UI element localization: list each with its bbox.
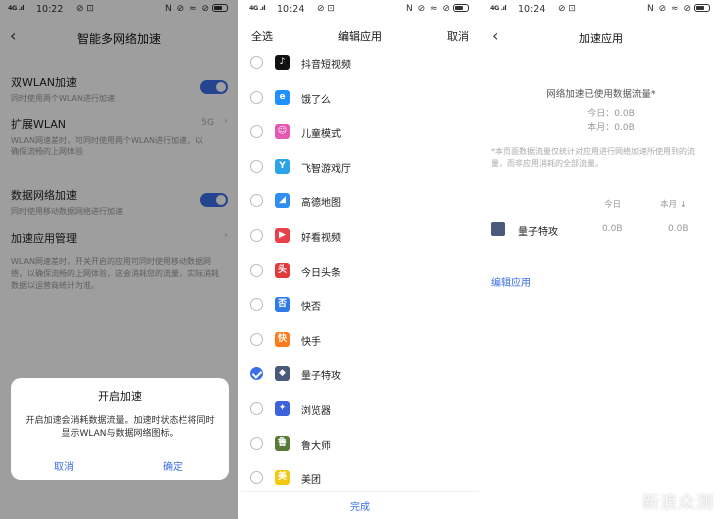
app-month-usage: 0.0B [668,224,689,234]
app-name: 飞智游戏厅 [301,163,351,175]
app-icon: ▶ [275,228,290,243]
list-item[interactable]: 快快手 [241,325,479,355]
page-title: 编辑应用 [338,30,382,43]
app-name: 快手 [301,336,321,348]
app-name: 量子特攻 [518,227,558,238]
app-name: 鲁大师 [301,440,331,452]
app-icon: e [275,89,290,105]
app-name: 抖音短视频 [301,60,351,71]
network-accel-settings-screen: 4G .ıl 10:22 ⊘ ⊡ N ⊘ ≈ ⊘ ‹ 智能多网络加速 双WLAN… [0,0,238,519]
col-today-header: 今日 [604,200,622,210]
dialog-title: 开启加速 [98,390,142,403]
edit-apps-screen: 4G .ıl 10:24 ⊘ ⊡ N ⊘ ≈ ⊘ 全选 编辑应用 取消 ♪ 抖音短… [241,0,479,519]
system-icons: N ⊘ ≈ ⊘ [647,4,710,14]
app-icon: ◆ [275,366,290,382]
app-name: 今日头条 [301,267,341,279]
status-time: 10:24 [518,4,546,15]
app-checkbox[interactable] [250,90,263,104]
watermark: 新浪众测 [642,493,714,513]
app-checkbox[interactable] [250,402,263,415]
app-name: 好看视频 [301,233,341,244]
signal-icon: 4G .ıl [490,4,507,12]
cancel-button[interactable]: 取消 [54,458,74,473]
app-icon: 美 [275,470,290,486]
app-icon: 快 [275,331,290,347]
notification-icons: ⊘ ⊡ [317,4,335,14]
app-checkbox[interactable] [250,332,263,346]
enable-accel-dialog: 开启加速 开启加速会消耗数据流量。加速时状态栏将同时显示WLAN与数据网络图标。… [11,378,229,480]
col-month-header[interactable]: 本月 ↓ [660,198,687,210]
app-icon: ☺ [275,124,290,140]
app-icon: 头 [275,262,290,278]
app-name: 美团 [301,475,321,487]
app-checkbox[interactable] [250,471,263,485]
edit-apps-header: 全选 编辑应用 取消 [241,28,479,46]
bottom-bar: 完成 [241,491,479,519]
signal-icon: 4G .ıl [249,4,266,12]
month-usage: 本月：0.0B [587,123,635,133]
app-icon: 否 [275,297,290,313]
app-icon: Y [275,158,290,174]
accel-apps-screen: 4G .ıl 10:24 ⊘ ⊡ N ⊘ ≈ ⊘ ‹ 加速应用 网络加速已使用数… [482,0,720,519]
app-checkbox[interactable] [250,56,263,69]
battery-icon [694,4,710,12]
app-name: 快否 [301,302,321,314]
system-icons: N ⊘ ≈ ⊘ [406,4,469,14]
usage-note: *本页面数据流量仅统计对应用进行网络加速所使用到的流量，而非应用消耗的全部流量。 [491,147,695,168]
list-item[interactable]: ☺ 儿童模式 [241,117,479,147]
today-usage: 今日：0.0B [587,109,635,119]
app-icon [491,222,505,236]
app-icon: ✦ [275,401,290,416]
app-name: 高德地图 [301,198,341,210]
app-checkbox[interactable] [250,159,263,173]
app-icon: ♪ [275,55,290,70]
list-item[interactable]: Y 飞智游戏厅 [241,152,479,182]
list-item[interactable]: 美美团 [241,463,479,493]
list-item[interactable]: 头今日头条 [241,256,479,286]
list-item[interactable]: ◢ 高德地图 [241,186,479,216]
cancel-button[interactable]: 取消 [447,28,469,44]
data-used-title: 网络加速已使用数据流量* [546,89,656,100]
page-title: 加速应用 [579,32,623,45]
app-name: 饿了么 [301,94,331,106]
confirm-button[interactable]: 确定 [163,458,183,473]
dialog-message: 开启加速会消耗数据流量。加速时状态栏将同时显示WLAN与数据网络图标。 [25,416,215,439]
app-checkbox[interactable] [250,194,263,208]
app-today-usage: 0.0B [602,224,623,234]
list-item[interactable]: ▶ 好看视频 [241,221,479,251]
app-name: 浏览器 [301,406,331,417]
app-icon: 鲁 [275,435,290,451]
list-item[interactable]: ♪ 抖音短视频 [241,48,479,78]
app-name: 儿童模式 [301,129,341,141]
list-item[interactable]: 鲁鲁大师 [241,429,479,459]
app-checkbox[interactable] [250,367,263,381]
app-checkbox[interactable] [250,436,263,450]
list-item[interactable]: ✦ 浏览器 [241,394,479,424]
list-item[interactable]: 否快否 [241,290,479,320]
list-item[interactable]: ◆ 量子特攻 [241,359,479,389]
app-checkbox[interactable] [250,263,263,277]
battery-icon [453,4,469,12]
app-checkbox[interactable] [250,125,263,139]
status-bar: 4G .ıl 10:24 ⊘ ⊡ N ⊘ ≈ ⊘ [241,0,479,20]
status-bar: 4G .ıl 10:24 ⊘ ⊡ N ⊘ ≈ ⊘ [482,0,720,20]
done-button[interactable]: 完成 [241,498,479,513]
status-time: 10:24 [277,4,305,15]
list-item[interactable]: e 饿了么 [241,83,479,113]
app-checkbox[interactable] [250,298,263,312]
app-icon: ◢ [275,193,290,209]
notification-icons: ⊘ ⊡ [558,4,576,14]
app-checkbox[interactable] [250,229,263,242]
edit-apps-link[interactable]: 编辑应用 [491,274,531,289]
app-name: 量子特攻 [301,371,341,383]
